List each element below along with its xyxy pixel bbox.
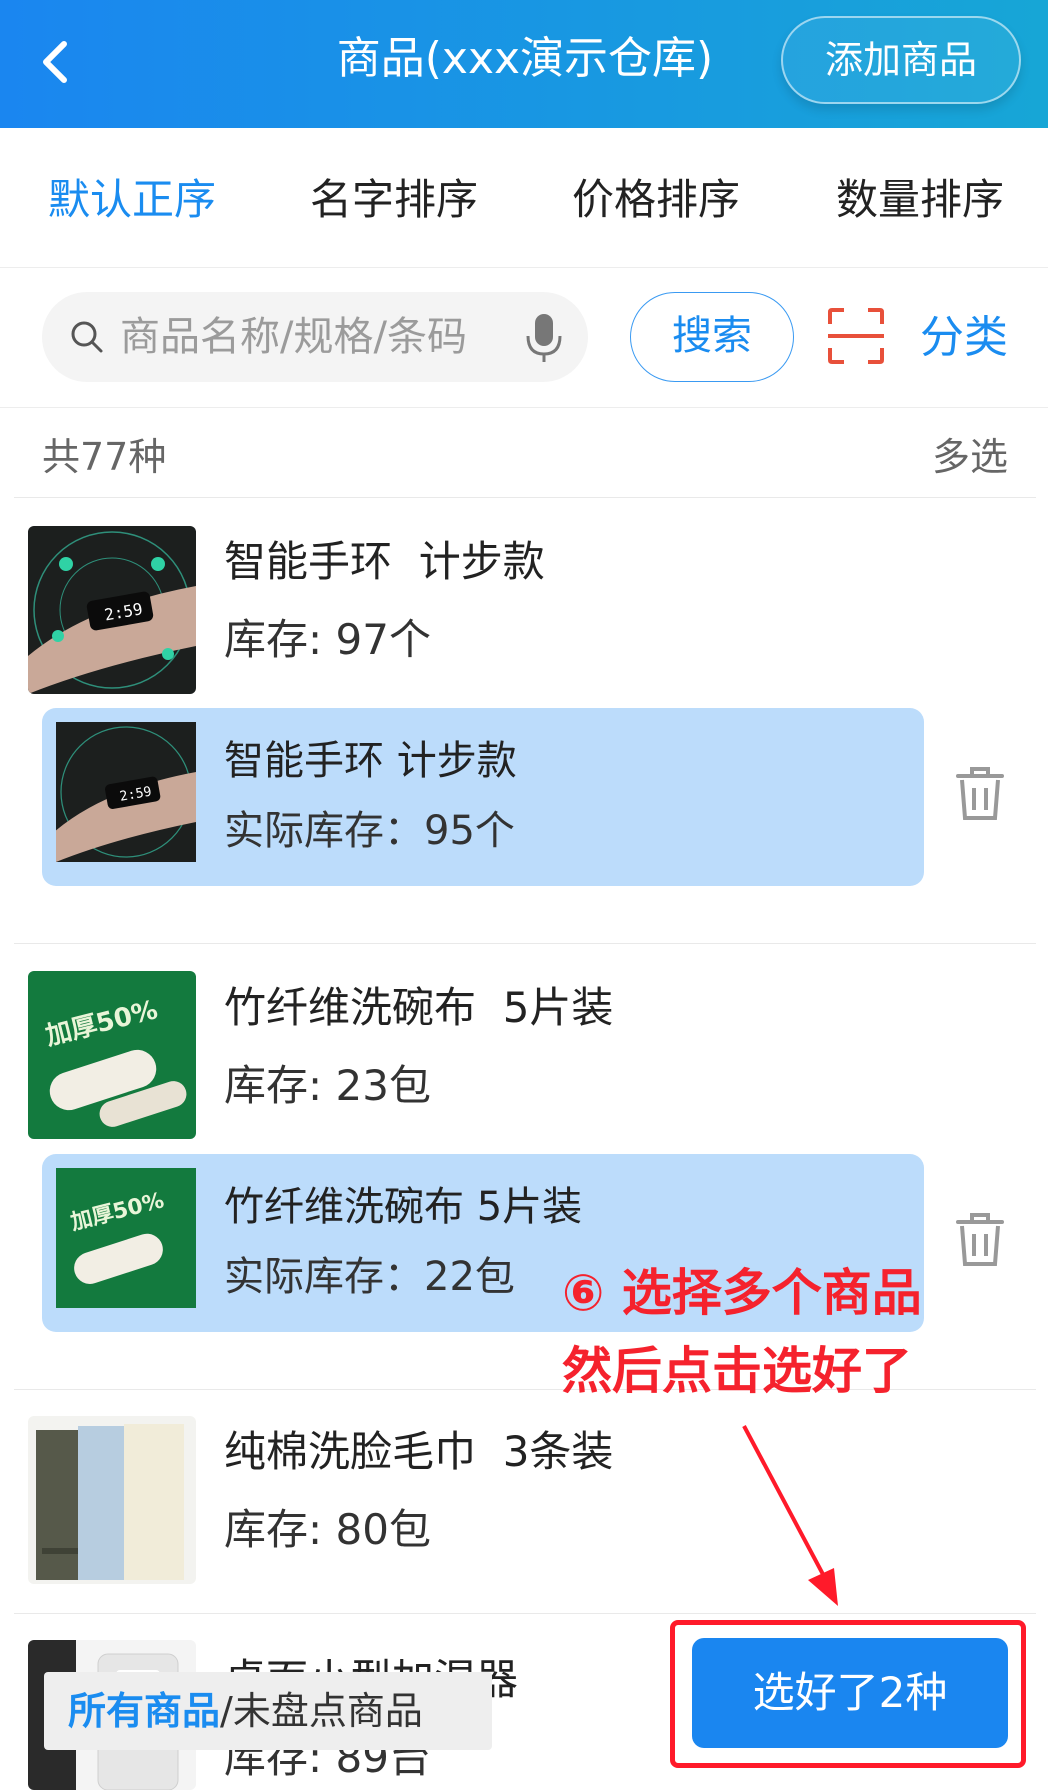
add-product-button[interactable]: 添加商品 [781, 16, 1021, 104]
product-filter-toggle[interactable]: 所有商品/未盘点商品 [44, 1672, 492, 1750]
selected-product-image: 加厚50% [56, 1168, 196, 1308]
product-image: 2:59 [28, 526, 196, 694]
multi-select-toggle[interactable]: 多选 [932, 432, 1008, 482]
actual-stock: 实际库存：95个 [224, 808, 515, 854]
product-name: 纯棉洗脸毛巾 3条装 [224, 1427, 614, 1476]
product-name: 竹纤维洗碗布 5片装 [224, 983, 614, 1032]
product-stock: 库存: 80包 [224, 1505, 431, 1554]
back-button[interactable] [30, 30, 90, 94]
page: 商品(xxx演示仓库) 添加商品 默认正序 名字排序 价格排序 数量排序 搜索 [0, 0, 1048, 1790]
product-image: 加厚50% [28, 971, 196, 1139]
tab-default-order[interactable]: 默认正序 [48, 172, 216, 228]
actual-stock: 实际库存：22包 [224, 1254, 515, 1300]
tab-quantity-sort[interactable]: 数量排序 [836, 172, 1004, 228]
selected-product-name: 竹纤维洗碗布 5片装 [224, 1184, 583, 1230]
search-button[interactable]: 搜索 [630, 292, 794, 382]
trash-icon[interactable] [954, 1210, 1006, 1268]
search-input[interactable] [120, 306, 510, 368]
selected-product-name: 智能手环 计步款 [224, 738, 517, 784]
product-stock: 库存: 97个 [224, 615, 431, 664]
product-image [28, 1416, 196, 1584]
search-row: 搜索 分类 [0, 268, 1048, 408]
selected-product-card[interactable]: 2:59 智能手环 计步款 实际库存：95个 [42, 708, 924, 886]
chevron-left-icon [43, 41, 67, 83]
header-bar: 商品(xxx演示仓库) 添加商品 [0, 0, 1048, 128]
tab-price-sort[interactable]: 价格排序 [572, 172, 740, 228]
annotation-line-1: ⑥ 选择多个商品 [562, 1264, 922, 1322]
filter-uncounted-products[interactable]: /未盘点商品 [220, 1689, 423, 1733]
search-icon [71, 321, 103, 353]
product-count: 共77种 [42, 435, 167, 479]
scan-icon[interactable] [826, 306, 886, 366]
selected-product-image: 2:59 [56, 722, 196, 862]
divider [14, 943, 1036, 944]
search-box[interactable] [42, 292, 588, 382]
annotation-arrow [742, 1425, 838, 1606]
category-link[interactable]: 分类 [920, 308, 1008, 368]
microphone-icon[interactable] [520, 312, 568, 364]
annotation-line-2: 然后点击选好了 [562, 1342, 912, 1400]
product-name: 智能手环 计步款 [224, 537, 545, 586]
divider [14, 1613, 1036, 1614]
tab-name-sort[interactable]: 名字排序 [310, 172, 478, 228]
annotation-highlight-box [670, 1620, 1026, 1768]
summary-row: 共77种 多选 [0, 408, 1048, 498]
page-title: 商品(xxx演示仓库) [336, 33, 714, 84]
product-stock: 库存: 23包 [224, 1061, 431, 1110]
filter-all-products[interactable]: 所有商品 [68, 1689, 220, 1733]
divider [14, 497, 1036, 498]
sort-tabs: 默认正序 名字排序 价格排序 数量排序 [0, 128, 1048, 268]
trash-icon[interactable] [954, 764, 1006, 822]
